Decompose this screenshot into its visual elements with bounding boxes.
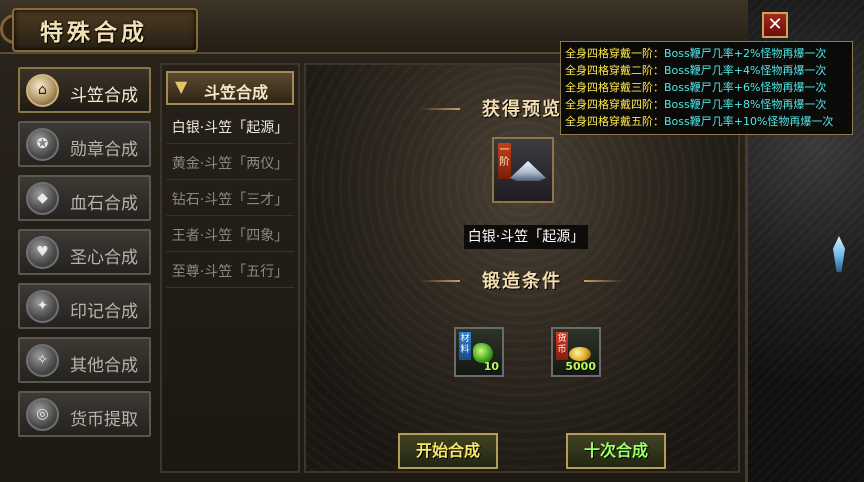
- tooltip-line-prefix: 全身四格穿戴三阶：: [565, 81, 664, 94]
- category-label: 圣心合成: [70, 248, 138, 268]
- tooltip-line-prefix: 全身四格穿戴四阶：: [565, 98, 664, 111]
- subcategory-item[interactable]: 白银·斗笠「起源」: [166, 113, 294, 144]
- tooltip-line-bonus: Boss鞭尸几率+8%怪物再爆一次: [664, 98, 827, 111]
- tooltip-line: 全身四格穿戴五阶：Boss鞭尸几率+10%怪物再爆一次: [565, 113, 848, 130]
- tier-badge: 一阶: [498, 143, 511, 179]
- tooltip-line-bonus: Boss鞭尸几率+4%怪物再爆一次: [664, 64, 827, 77]
- subcategory-item[interactable]: 钻石·斗笠「三才」: [166, 185, 294, 216]
- tooltip-line: 全身四格穿戴三阶：Boss鞭尸几率+6%怪物再爆一次: [565, 79, 848, 96]
- hat-icon: ⌂: [26, 74, 59, 107]
- category-label: 货币提取: [70, 410, 138, 430]
- material-cost-slot[interactable]: 材料 10: [454, 327, 504, 377]
- material-quantity: 10: [483, 360, 499, 373]
- other-icon: ✧: [26, 344, 59, 377]
- banner-divider: [420, 280, 460, 282]
- tooltip-line: 全身四格穿戴二阶：Boss鞭尸几率+4%怪物再爆一次: [565, 62, 848, 79]
- category-other[interactable]: ✧ 其他合成: [18, 337, 151, 383]
- holy-heart-icon: ♥: [26, 236, 59, 269]
- tooltip-line-bonus: Boss鞭尸几率+2%怪物再爆一次: [664, 47, 827, 60]
- category-currency[interactable]: ◎ 货币提取: [18, 391, 151, 437]
- subcategory-item[interactable]: 王者·斗笠「四象」: [166, 221, 294, 252]
- tooltip-line-prefix: 全身四格穿戴一阶：: [565, 47, 664, 60]
- silver-hat-icon: [510, 161, 546, 181]
- tooltip-line-prefix: 全身四格穿戴二阶：: [565, 64, 664, 77]
- category-list: ⌂ 斗笠合成 ✪ 勋章合成 ◆ 血石合成 ♥ 圣心合成 ✦ 印记合成 ✧ 其他合…: [10, 63, 156, 473]
- start-synthesis-button[interactable]: 开始合成: [398, 433, 498, 469]
- medal-icon: ✪: [26, 128, 59, 161]
- set-bonus-tooltip: 全身四格穿戴一阶：Boss鞭尸几率+2%怪物再爆一次 全身四格穿戴二阶：Boss…: [560, 41, 853, 135]
- material-tag: 材料: [459, 332, 471, 360]
- window-title: 特殊合成: [40, 19, 148, 46]
- mark-icon: ✦: [26, 290, 59, 323]
- category-label: 其他合成: [70, 356, 138, 376]
- subcategory-list: ▼ 斗笠合成 白银·斗笠「起源」 黄金·斗笠「两仪」 钻石·斗笠「三才」 王者·…: [160, 63, 300, 473]
- tooltip-line-bonus: Boss鞭尸几率+6%怪物再爆一次: [664, 81, 827, 94]
- tooltip-line-prefix: 全身四格穿戴五阶：: [565, 115, 664, 128]
- category-holy-heart[interactable]: ♥ 圣心合成: [18, 229, 151, 275]
- subcategory-item[interactable]: 黄金·斗笠「两仪」: [166, 149, 294, 180]
- subcategory-header-label: 斗笠合成: [204, 83, 269, 102]
- category-medal[interactable]: ✪ 勋章合成: [18, 121, 151, 167]
- tooltip-line-bonus: Boss鞭尸几率+10%怪物再爆一次: [664, 115, 834, 128]
- category-label: 斗笠合成: [70, 86, 138, 106]
- category-bloodstone[interactable]: ◆ 血石合成: [18, 175, 151, 221]
- bloodstone-icon: ◆: [26, 182, 59, 215]
- banner-divider: [420, 108, 460, 110]
- result-item-name: 白银·斗笠「起源」: [464, 225, 588, 249]
- chevron-down-icon: ▼: [175, 77, 188, 96]
- close-button[interactable]: ✕: [762, 12, 788, 38]
- category-label: 血石合成: [70, 194, 138, 214]
- currency-cost-slot[interactable]: 货币 5000: [551, 327, 601, 377]
- subcategory-header[interactable]: ▼ 斗笠合成: [166, 71, 294, 105]
- forge-conditions-title: 锻造条件: [482, 271, 562, 292]
- category-label: 印记合成: [70, 302, 138, 322]
- result-item-slot[interactable]: 一阶: [492, 137, 554, 203]
- category-hat[interactable]: ⌂ 斗笠合成: [18, 67, 151, 113]
- currency-quantity: 5000: [565, 360, 596, 373]
- subcategory-item[interactable]: 至尊·斗笠「五行」: [166, 257, 294, 288]
- tooltip-line: 全身四格穿戴四阶：Boss鞭尸几率+8%怪物再爆一次: [565, 96, 848, 113]
- currency-icon: ◎: [26, 398, 59, 431]
- forge-conditions-banner: 锻造条件: [416, 267, 628, 295]
- banner-divider: [584, 280, 624, 282]
- currency-tag: 货币: [556, 332, 568, 360]
- tooltip-line: 全身四格穿戴一阶：Boss鞭尸几率+2%怪物再爆一次: [565, 45, 848, 62]
- ten-synthesis-button[interactable]: 十次合成: [566, 433, 666, 469]
- category-label: 勋章合成: [70, 140, 138, 160]
- gold-ingot-icon: [569, 347, 591, 361]
- category-mark[interactable]: ✦ 印记合成: [18, 283, 151, 329]
